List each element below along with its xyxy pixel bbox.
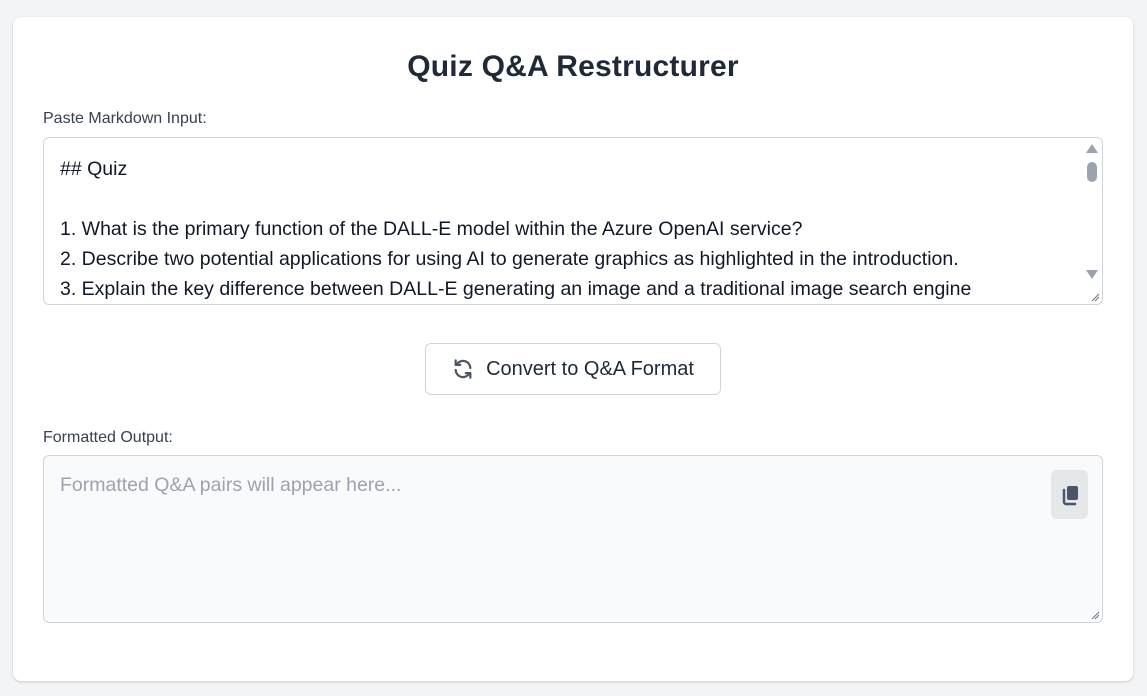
resize-grip-icon[interactable] — [1090, 292, 1100, 302]
scroll-thumb[interactable] — [1087, 162, 1097, 182]
output-label: Formatted Output: — [43, 429, 173, 446]
resize-grip-icon[interactable] — [1090, 610, 1100, 620]
convert-button[interactable]: Convert to Q&A Format — [425, 343, 721, 395]
output-placeholder: Formatted Q&A pairs will appear here... — [60, 474, 402, 496]
refresh-icon — [454, 359, 472, 379]
input-scrollbar[interactable] — [1082, 138, 1102, 304]
markdown-input[interactable]: ## Quiz 1. What is the primary function … — [43, 137, 1103, 305]
scroll-up-arrow-icon[interactable] — [1086, 144, 1098, 153]
page-title: Quiz Q&A Restructurer — [407, 50, 739, 83]
copy-icon — [1062, 485, 1078, 505]
copy-button[interactable] — [1051, 470, 1088, 519]
formatted-output[interactable]: Formatted Q&A pairs will appear here... — [43, 455, 1103, 623]
markdown-input-text[interactable]: ## Quiz 1. What is the primary function … — [60, 154, 1078, 304]
main-card: Quiz Q&A Restructurer Paste Markdown Inp… — [13, 17, 1133, 681]
convert-button-label: Convert to Q&A Format — [486, 357, 694, 380]
input-label: Paste Markdown Input: — [43, 110, 207, 127]
scroll-down-arrow-icon[interactable] — [1086, 270, 1098, 279]
